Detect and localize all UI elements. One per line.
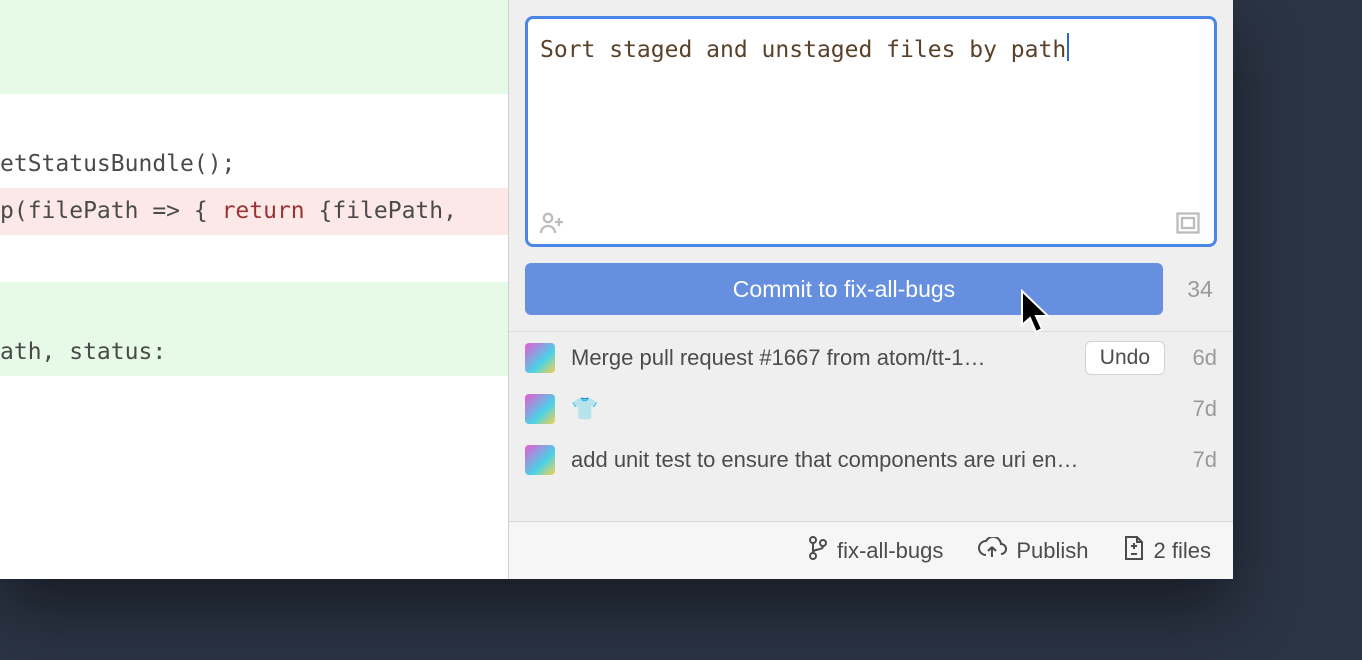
commit-panel: Sort staged and unstaged files by path C… [509, 0, 1233, 579]
branch-name: fix-all-bugs [837, 538, 943, 564]
commit-message: add unit test to ensure that components … [571, 447, 1165, 473]
undo-button[interactable]: Undo [1085, 341, 1165, 375]
expand-editor-icon[interactable] [1176, 212, 1200, 234]
diff-file-icon [1123, 535, 1145, 567]
recent-commit[interactable]: 👕 7d [509, 383, 1233, 434]
remaining-chars: 34 [1183, 276, 1217, 303]
diff-line [0, 282, 508, 329]
diff-line [0, 376, 508, 423]
changed-files-label: 2 files [1154, 538, 1211, 564]
time-ago: 7d [1181, 396, 1217, 422]
avatar [525, 343, 555, 373]
avatar [525, 445, 555, 475]
commit-message: 👕 [571, 396, 1165, 422]
commit-message-input[interactable]: Sort staged and unstaged files by path [525, 16, 1217, 247]
diff-line [0, 47, 508, 94]
time-ago: 7d [1181, 447, 1217, 473]
publish-button[interactable]: Publish [977, 537, 1088, 565]
diff-line [0, 0, 508, 47]
diff-line: ath, status: [0, 329, 508, 376]
branch-indicator[interactable]: fix-all-bugs [808, 535, 943, 567]
cloud-upload-icon [977, 537, 1007, 565]
recent-commit[interactable]: Merge pull request #1667 from atom/tt-1…… [509, 332, 1233, 383]
git-branch-icon [808, 535, 828, 567]
diff-pane: etStatusBundle(); p(filePath => { return… [0, 0, 509, 579]
diff-line [0, 94, 508, 141]
publish-label: Publish [1016, 538, 1088, 564]
avatar [525, 394, 555, 424]
changed-files-indicator[interactable]: 2 files [1123, 535, 1211, 567]
text-cursor [1067, 33, 1069, 61]
commit-message: Merge pull request #1667 from atom/tt-1… [571, 345, 1069, 371]
diff-line: etStatusBundle(); [0, 141, 508, 188]
diff-line [0, 235, 508, 282]
diff-line: p(filePath => { return {filePath, [0, 188, 508, 235]
commit-button[interactable]: Commit to fix-all-bugs [525, 263, 1163, 315]
add-coauthor-icon[interactable] [540, 212, 566, 234]
time-ago: 6d [1181, 345, 1217, 371]
recent-commits-list: Merge pull request #1667 from atom/tt-1…… [509, 332, 1233, 521]
recent-commit[interactable]: add unit test to ensure that components … [509, 434, 1233, 485]
commit-editor-wrap: Sort staged and unstaged files by path [509, 0, 1233, 247]
status-bar: fix-all-bugs Publish 2 files [509, 521, 1233, 579]
commit-message-text: Sort staged and unstaged files by path [540, 33, 1069, 63]
commit-row: Commit to fix-all-bugs 34 [509, 247, 1233, 332]
app-window: etStatusBundle(); p(filePath => { return… [0, 0, 1233, 579]
editor-footer [540, 212, 1200, 234]
